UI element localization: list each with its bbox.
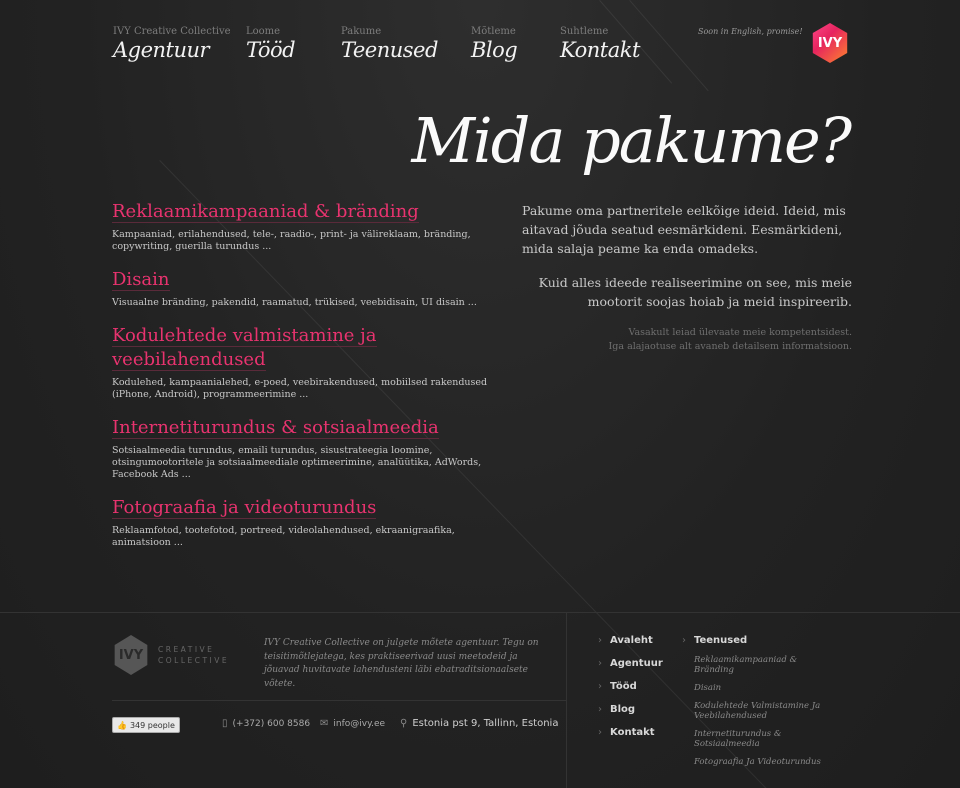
footer-divider [566,613,567,788]
service-item: Internetiturundus & sotsiaalmeedia Sotsi… [112,416,492,481]
footer-nav-item[interactable]: › Avaleht [598,635,663,658]
intro-paragraph: Kuid alles ideede realiseerimine on see,… [538,275,852,309]
service-description: Reklaamfotod, tootefotod, portreed, vide… [112,525,455,548]
nav-item-subtitle: Pakume [341,26,382,37]
footer-service-link[interactable]: Disain [694,683,822,693]
nav-item-subtitle: IVY Creative Collective [113,26,231,37]
footer-nav-label: Blog [610,704,636,715]
chevron-right-icon: › [682,635,686,646]
email-contact[interactable]: ✉ info@ivy.ee [320,718,385,729]
footer-logo-line: COLLECTIVE [158,656,230,665]
nav-item-agentuur[interactable]: IVY Creative Collective Agentuur [113,26,231,62]
service-link-advertising[interactable]: Reklaamikampaaniad & bränding [112,201,419,223]
chevron-right-icon: › [598,681,602,692]
services-list: Reklaamikampaaniad & bränding Kampaaniad… [112,200,492,564]
intro-paragraph: Pakume oma partneritele eelkõige ideid. … [522,203,846,256]
ivy-logo[interactable]: IVY [812,23,848,63]
service-item: Reklaamikampaaniad & bränding Kampaaniad… [112,200,492,253]
page-title: Mida pakume? [411,104,852,177]
nav-item-label: Agentuur [113,38,210,62]
footer-logo-line: CREATIVE [158,645,215,654]
footer-nav: › Avaleht › Agentuur › Tööd › Blog › Kontakt [598,635,663,750]
service-item: Fotograafia ja videoturundus Reklaamfoto… [112,496,492,549]
location-pin-icon: ⚲ [400,718,408,729]
footer-service-link[interactable]: Fotograafia Ja Videoturundus [694,757,822,767]
address-contact: ⚲ Estonia pst 9, Tallinn, Estonia [400,718,558,729]
nav-item-label: Tööd [246,38,296,62]
footer-nav-label: Kontakt [610,727,655,738]
nav-item-subtitle: Suhtleme [560,26,609,37]
nav-item-tood[interactable]: Loome Tööd [246,26,296,62]
service-link-internet-marketing[interactable]: Internetiturundus & sotsiaalmeedia [112,417,439,439]
service-description: Kampaaniad, erilahendused, tele-, raadio… [112,229,471,252]
nav-item-blog[interactable]: Mõtleme Blog [471,26,518,62]
footer-service-link[interactable]: Internetiturundus & Sotsiaalmeedia [694,729,822,749]
footer-nav-label: Agentuur [610,658,663,669]
phone-number: (+372) 600 8586 [232,718,311,729]
footer-nav-item[interactable]: › Blog [598,704,663,727]
nav-item-subtitle: Mõtleme [471,26,516,37]
service-item: Disain Visuaalne bränding, pakendid, raa… [112,268,492,309]
phone-contact: ▯ (+372) 600 8586 [222,718,310,729]
footer: IVY CREATIVE COLLECTIVE IVY Creative Col… [0,612,960,788]
nav-item-label: Kontakt [560,38,640,62]
like-count: 349 people [129,720,175,730]
decorative-line [629,0,709,92]
footer-logo-text: CREATIVE COLLECTIVE [158,644,229,666]
nav-item-label: Teenused [341,38,438,62]
footer-nav-item[interactable]: › Tööd [598,681,663,704]
intro-note-line: Vasakult leiad ülevaate meie kompetentsi… [628,327,852,338]
footer-service-link[interactable]: Kodulehtede Valmistamine Ja Veebilahendu… [694,701,822,721]
footer-logo-mark: IVY [114,635,148,675]
footer-logo[interactable]: IVY CREATIVE COLLECTIVE [112,635,229,675]
english-version-link[interactable]: Soon in English, promise! [698,27,803,36]
nav-item-kontakt[interactable]: Suhtleme Kontakt [560,26,640,62]
footer-divider [112,700,566,701]
facebook-like-button[interactable]: 👍 349 people [112,717,180,733]
service-link-design[interactable]: Disain [112,269,170,291]
nav-item-subtitle: Loome [246,26,281,37]
service-link-photography[interactable]: Fotograafia ja videoturundus [112,497,377,519]
service-item: Kodulehtede valmistamine ja veebilahendu… [112,324,492,401]
intro-note-line: Iga alajaotuse alt avaneb detailsem info… [608,341,852,352]
nav-item-label: Blog [471,38,518,62]
footer-nav-label: Avaleht [610,635,653,646]
footer-services-heading-label: Teenused [694,635,748,646]
footer-services-heading[interactable]: › Teenused [682,635,822,655]
nav-item-teenused[interactable]: Pakume Teenused [341,26,438,62]
footer-nav-item[interactable]: › Agentuur [598,658,663,681]
chevron-right-icon: › [598,658,602,669]
service-description: Visuaalne bränding, pakendid, raamatud, … [112,297,477,308]
address-text: Estonia pst 9, Tallinn, Estonia [412,718,559,729]
service-description: Kodulehed, kampaanialehed, e-poed, veebi… [112,377,488,400]
chevron-right-icon: › [598,704,602,715]
footer-nav-label: Tööd [610,681,637,692]
intro-note: Vasakult leiad ülevaate meie kompetentsi… [522,326,852,354]
footer-service-link[interactable]: Reklaamikampaaniad & Bränding [694,655,822,675]
footer-blurb: IVY Creative Collective on julgete mõtet… [264,638,539,689]
chevron-right-icon: › [598,635,602,646]
chevron-right-icon: › [598,727,602,738]
service-link-web[interactable]: Kodulehtede valmistamine ja veebilahendu… [112,325,377,371]
intro-text: Pakume oma partneritele eelkõige ideid. … [522,201,852,354]
footer-services: › Teenused Reklaamikampaaniad & Bränding … [682,635,822,775]
footer-nav-item[interactable]: › Kontakt [598,727,663,750]
envelope-icon: ✉ [320,718,329,729]
service-description: Sotsiaalmeedia turundus, emaili turundus… [112,445,482,480]
thumbs-up-icon: 👍 [117,720,127,730]
email-address: info@ivy.ee [333,718,386,729]
phone-icon: ▯ [222,718,228,729]
